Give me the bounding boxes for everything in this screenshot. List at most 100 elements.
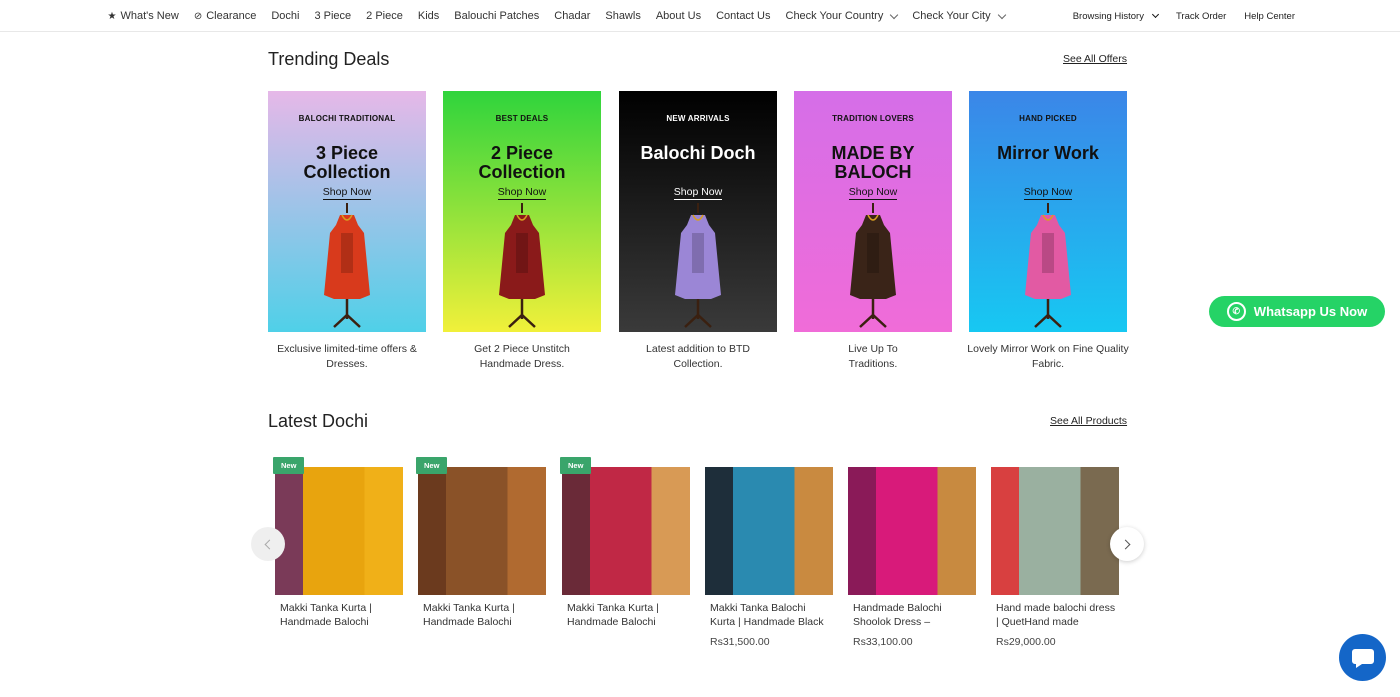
nav-item-label: Kids	[417, 10, 440, 22]
dress-on-mannequin-image	[1025, 203, 1071, 328]
new-badge: New	[560, 457, 592, 474]
shop-now-link[interactable]: Shop Now	[619, 186, 777, 200]
shop-now-label: Shop Now	[1023, 186, 1073, 200]
shop-now-link[interactable]: Shop Now	[268, 186, 426, 200]
deal-tag: HAND PICKED	[1019, 114, 1077, 123]
product-name[interactable]: Makki Tanka Kurta | Handmade Balochi	[562, 601, 690, 629]
deal-description: Latest addition to BTD Collection.	[646, 343, 750, 370]
deal-tag: BEST DEALS	[495, 114, 549, 123]
deal-headline: Balochi Doch	[640, 143, 756, 163]
deal-headline: Mirror Work	[997, 143, 1099, 163]
shop-now-link[interactable]: Shop Now	[969, 186, 1127, 200]
new-badge: New	[273, 457, 305, 474]
product-name[interactable]: Hand made balochi dress | QuetHand made	[991, 601, 1119, 629]
nav-item-dochi[interactable]: Dochi	[264, 10, 307, 22]
product-price: Rs31,500.00	[710, 636, 770, 648]
deal-card[interactable]: NEW ARRIVALS Balochi Doch Shop Now	[619, 91, 777, 332]
carousel-next-button[interactable]	[1110, 527, 1144, 561]
nav-item-label: Balouchi Patches	[454, 10, 540, 22]
nav-item-kids[interactable]: Kids	[410, 10, 446, 22]
nav-item-label: Help Center	[1244, 10, 1295, 22]
nav-item-label: What's New	[120, 10, 179, 22]
deal-card[interactable]: BALOCHI TRADITIONAL 3 Piece Collection Sho…	[268, 91, 426, 332]
nav-item-label: Check Your City	[912, 10, 991, 22]
whatsapp-icon: ✆	[1226, 302, 1246, 321]
product-card[interactable]: New Makki Tanka Kurta | Handmade Balochi	[416, 457, 546, 629]
chat-bubble-icon	[1351, 648, 1374, 668]
product-image	[705, 467, 833, 595]
product-card[interactable]: New Makki Tanka Kurta | Handmade Balochi	[560, 457, 690, 629]
nav-item-help-center[interactable]: Help Center	[1244, 11, 1295, 22]
nav-item-balouchi-patches[interactable]: Balouchi Patches	[447, 10, 547, 22]
see-all-products-link[interactable]: See All Products	[1050, 415, 1127, 427]
whatsapp-label: Whatsapp Us Now	[1253, 304, 1368, 319]
nav-item-what-s-new[interactable]: ★ What's New	[100, 10, 186, 22]
nav-item-track-order[interactable]: Track Order	[1176, 11, 1226, 22]
chevron-right-icon	[1120, 539, 1131, 549]
star-icon: ★	[107, 10, 117, 22]
dress-on-mannequin-image	[324, 203, 370, 328]
nav-item-label: 3 Piece	[314, 10, 352, 22]
product-card[interactable]: Handmade Balochi Shoolok Dress – Rs33,100…	[848, 467, 976, 648]
shop-now-label: Shop Now	[322, 186, 372, 200]
shop-now-label: Shop Now	[848, 186, 898, 200]
product-image	[848, 467, 976, 595]
product-image	[991, 467, 1119, 595]
deal-card[interactable]: BEST DEALS 2 Piece Collection Shop Now	[443, 91, 601, 332]
see-all-offers-link[interactable]: See All Offers	[1063, 53, 1127, 65]
nav-item-contact-us[interactable]: Contact Us	[709, 10, 778, 22]
product-card[interactable]: Makki Tanka Balochi Kurta | Handmade Bla…	[705, 467, 833, 648]
shop-now-label: Shop Now	[673, 186, 723, 200]
deal-tag: BALOCHI TRADITIONAL	[298, 114, 396, 123]
deal-description: Exclusive limited-time offers & Dresses.	[277, 343, 417, 370]
nav-item-label: Dochi	[271, 10, 300, 22]
nav-item-label: Clearance	[206, 10, 257, 22]
dress-on-mannequin-image	[675, 203, 721, 328]
top-navigation: ★ What's New ⊘ Clearance Dochi 3 Piece 2 Piece…	[0, 0, 1400, 32]
deal-card[interactable]: TRADITION LOVERS MADE BY BALOCH Shop Now	[794, 91, 952, 332]
product-image	[418, 467, 546, 595]
nav-item-check-your-country[interactable]: Check Your Country	[778, 10, 905, 22]
product-image	[562, 467, 690, 595]
chevron-left-icon	[264, 539, 275, 549]
product-name[interactable]: Makki Tanka Balochi Kurta | Handmade Bla…	[705, 601, 833, 629]
nav-item-label: Chadar	[554, 10, 591, 22]
deal-tag: NEW ARRIVALS	[666, 114, 730, 123]
nav-item-clearance[interactable]: ⊘ Clearance	[186, 10, 264, 22]
product-card[interactable]: Hand made balochi dress | QuetHand made R…	[991, 467, 1119, 648]
latest-dochi-title: Latest Dochi	[268, 411, 369, 431]
deal-card[interactable]: HAND PICKED Mirror Work Shop Now	[969, 91, 1127, 332]
whatsapp-button[interactable]: ✆ Whatsapp Us Now	[1209, 296, 1385, 327]
deal-description: Lovely Mirror Work on Fine Quality Fabri…	[967, 343, 1129, 370]
chevron-down-icon	[890, 10, 899, 19]
nav-item-label: Browsing History	[1072, 10, 1144, 22]
carousel-prev-button[interactable]	[251, 527, 285, 561]
nav-item-label: 2 Piece	[366, 10, 403, 22]
product-name[interactable]: Makki Tanka Kurta | Handmade Balochi	[418, 601, 546, 629]
nav-item-browsing-history[interactable]: Browsing History	[1072, 10, 1160, 22]
dress-on-mannequin-image	[499, 203, 545, 328]
product-name[interactable]: Makki Tanka Kurta | Handmade Balochi	[275, 601, 403, 629]
product-card[interactable]: New Makki Tanka Kurta | Handmade Balochi	[273, 457, 403, 629]
nav-item-label: Check Your Country	[785, 10, 884, 22]
nav-item-2-piece[interactable]: 2 Piece	[359, 10, 411, 22]
new-badge: New	[416, 457, 448, 474]
nav-item-label: Shawls	[605, 10, 641, 22]
nav-item-chadar[interactable]: Chadar	[547, 10, 598, 22]
nav-item-label: Contact Us	[716, 10, 771, 22]
product-price: Rs29,000.00	[996, 636, 1056, 648]
shop-now-link[interactable]: Shop Now	[794, 186, 952, 200]
nav-item-check-your-city[interactable]: Check Your City	[905, 10, 1012, 22]
shop-now-link[interactable]: Shop Now	[443, 186, 601, 200]
product-name[interactable]: Handmade Balochi Shoolok Dress –	[848, 601, 976, 629]
trending-deals-title: Trending Deals	[268, 49, 390, 69]
nav-item-shawls[interactable]: Shawls	[598, 10, 648, 22]
nav-item-about-us[interactable]: About Us	[648, 10, 708, 22]
deal-description: Get 2 Piece Unstitch Handmade Dress.	[474, 343, 570, 370]
chevron-down-icon	[1151, 10, 1160, 19]
deal-headline: 2 Piece Collection	[478, 143, 566, 182]
chat-button[interactable]	[1339, 634, 1386, 681]
nav-item-label: Track Order	[1175, 10, 1227, 22]
nav-item-3-piece[interactable]: 3 Piece	[307, 10, 359, 22]
nav-item-label: About Us	[655, 10, 702, 22]
